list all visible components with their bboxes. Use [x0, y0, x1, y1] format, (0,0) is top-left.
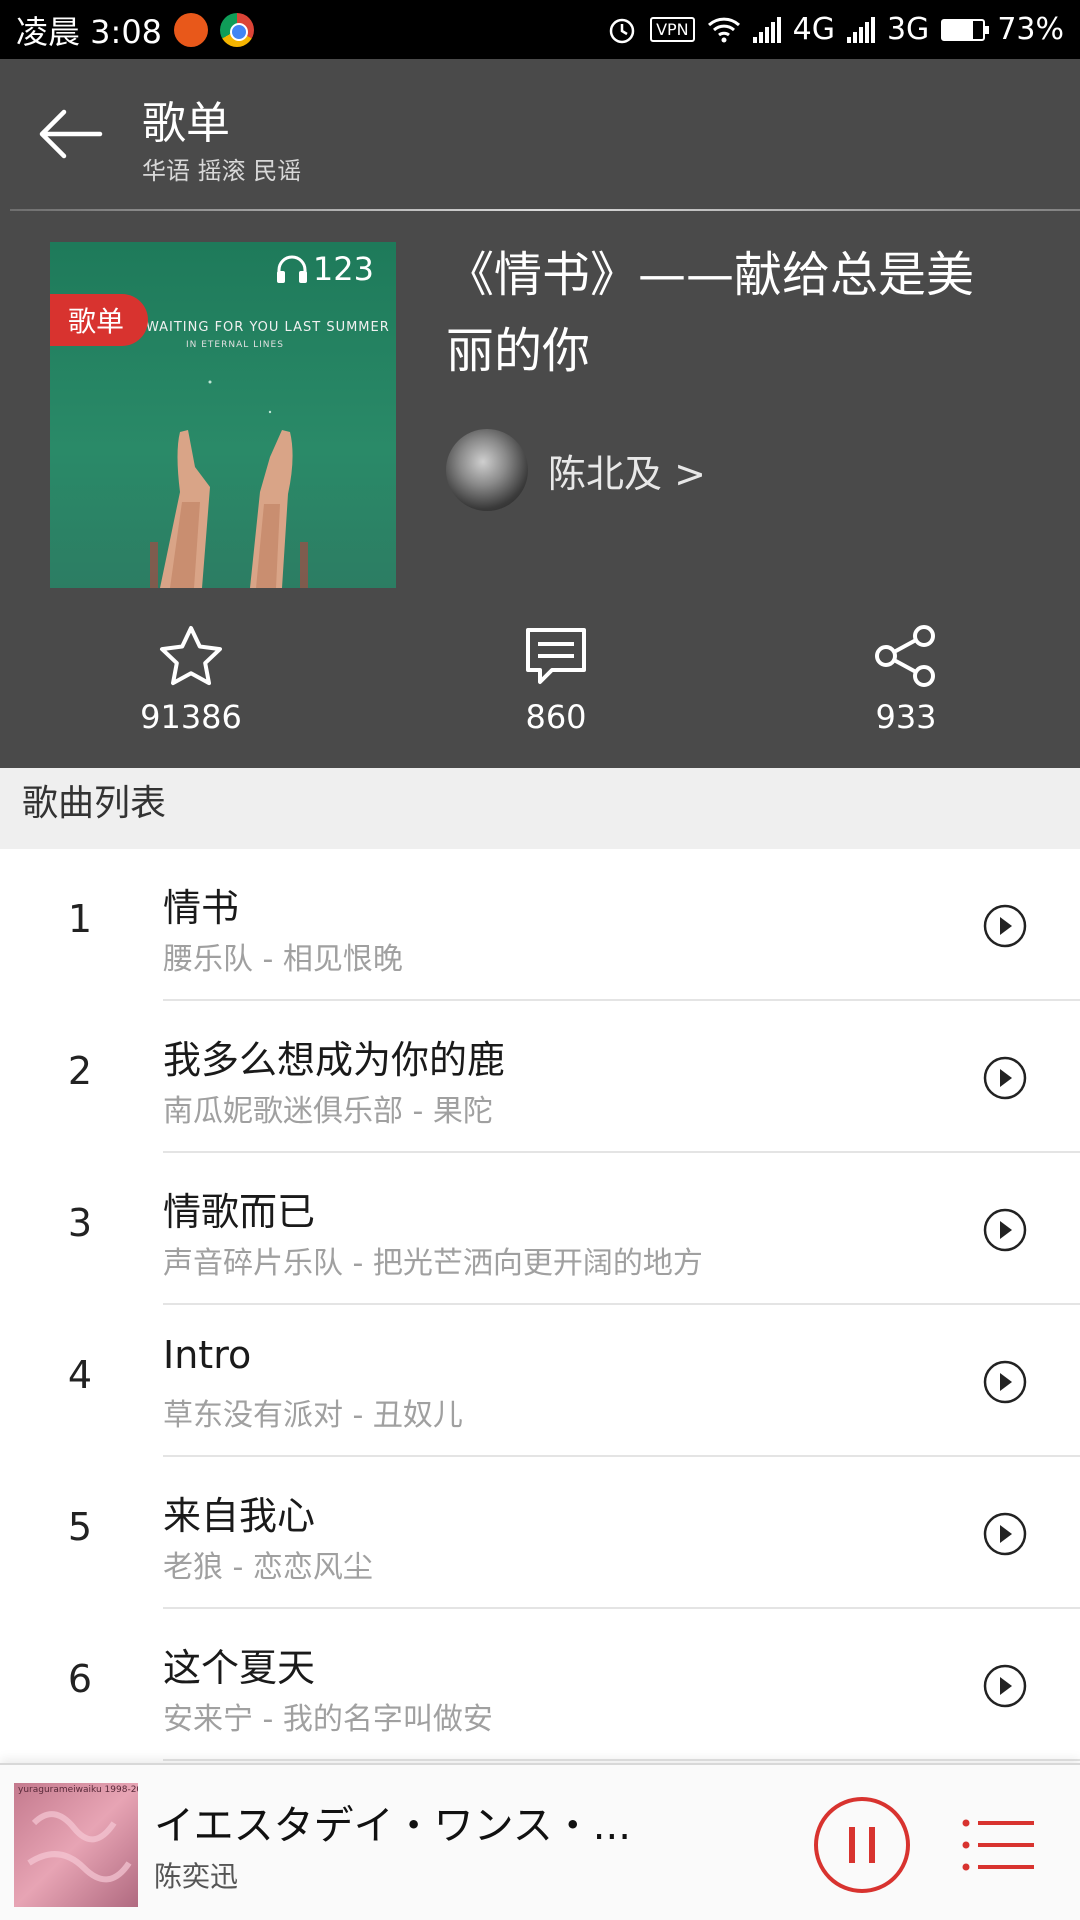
song-title: 我多么想成为你的鹿 — [163, 1038, 506, 1082]
cover-pattern — [27, 1811, 132, 1883]
song-title: 来自我心 — [163, 1494, 316, 1538]
comment-button[interactable]: 860 — [456, 624, 656, 736]
page-title: 歌单 — [142, 98, 230, 149]
creator-avatar[interactable] — [446, 429, 528, 511]
play-circle-icon — [983, 1664, 1027, 1708]
cover-badge: 歌单 — [50, 294, 149, 346]
song-row[interactable]: 6 这个夏天安来宁 - 我的名字叫做安 — [0, 1609, 1080, 1761]
song-row[interactable]: 2 我多么想成为你的鹿南瓜妮歌迷俱乐部 - 果陀 — [0, 1001, 1080, 1153]
app-notification-icon — [174, 12, 209, 47]
song-artist-album: 南瓜妮歌迷俱乐部 - 果陀 — [163, 1094, 493, 1129]
playlist-tags[interactable]: 华语 摇滚 民谣 — [142, 151, 301, 186]
top-app-bar: 歌单 华语 摇滚 民谣 — [0, 59, 1080, 209]
song-list: 1 情书腰乐队 - 相见恨晚 2 我多么想成为你的鹿南瓜妮歌迷俱乐部 - 果陀 3 情歌而… — [0, 849, 1080, 1761]
song-number: 5 — [67, 1505, 93, 1549]
comment-icon — [526, 628, 586, 684]
song-row[interactable]: 1 情书腰乐队 - 相见恨晚 — [0, 849, 1080, 1001]
playlist-header-panel: 歌单 华语 摇滚 民谣 WAITING FOR YOU LAST SUMMER … — [0, 59, 1080, 768]
back-arrow-icon — [39, 109, 103, 159]
song-artist-album: 声音碎片乐队 - 把光芒洒向更开阔的地方 — [163, 1246, 703, 1281]
favorite-button[interactable]: 91386 — [91, 624, 291, 736]
playlist-title: 《情书》——献给总是美丽的你 — [446, 247, 975, 379]
share-button[interactable]: 933 — [806, 624, 1006, 736]
play-song-button[interactable] — [982, 1055, 1028, 1101]
status-time: 凌晨 3:08 — [16, 12, 163, 51]
alarm-icon — [609, 18, 635, 43]
network-3g: 3G — [886, 12, 930, 47]
song-artist-album: 腰乐队 - 相见恨晚 — [163, 942, 403, 977]
song-number: 1 — [67, 897, 93, 941]
share-icon — [875, 625, 935, 687]
playlist-cover[interactable]: WAITING FOR YOU LAST SUMMER IN ETERNAL L… — [50, 242, 396, 588]
play-circle-icon — [983, 1360, 1027, 1404]
cover-text-line2: IN ETERNAL LINES — [186, 340, 284, 350]
network-4g: 4G — [792, 12, 835, 47]
play-circle-icon — [983, 1056, 1027, 1100]
battery-percent: 73% — [997, 12, 1064, 47]
song-title: 这个夏天 — [163, 1646, 316, 1690]
share-count: 933 — [875, 698, 937, 736]
wifi-icon — [707, 17, 740, 42]
pause-icon — [814, 1797, 910, 1893]
playlist-actions: 91386 860 933 — [0, 624, 1080, 768]
song-number: 6 — [67, 1657, 93, 1701]
song-title: 情歌而已 — [163, 1190, 316, 1234]
battery-icon — [941, 18, 990, 41]
play-count-value: 123 — [312, 250, 374, 288]
row-divider — [163, 1759, 1080, 1761]
pause-button[interactable] — [812, 1795, 912, 1895]
song-title: Intro — [163, 1333, 252, 1377]
play-circle-icon — [983, 904, 1027, 948]
song-number: 2 — [67, 1049, 93, 1093]
headphones-icon — [276, 255, 307, 283]
signal-icon-2 — [846, 16, 875, 43]
play-circle-icon — [983, 1512, 1027, 1556]
song-row[interactable]: 4 Intro 草东没有派对 - 丑奴儿 — [0, 1305, 1080, 1457]
song-artist-album: 草东没有派对 - 丑奴儿 — [163, 1398, 463, 1433]
play-song-button[interactable] — [982, 1207, 1028, 1253]
back-button[interactable] — [30, 99, 110, 169]
star-icon — [160, 626, 222, 686]
cover-text-line1: WAITING FOR YOU LAST SUMMER — [146, 320, 390, 335]
comment-count: 860 — [525, 698, 587, 736]
status-bar: 凌晨 3:08 VPN 4G 3G 73% — [0, 0, 1080, 59]
queue-list-icon — [962, 1819, 1034, 1871]
song-list-header: 歌曲列表 — [0, 768, 1080, 849]
song-number: 4 — [67, 1353, 93, 1397]
signal-icon-1 — [752, 16, 781, 43]
song-number: 3 — [67, 1201, 93, 1245]
creator-name[interactable]: 陈北及 > — [548, 443, 706, 498]
play-song-button[interactable] — [982, 1359, 1028, 1405]
play-count: 123 — [275, 250, 374, 288]
chrome-icon — [220, 12, 255, 47]
song-row[interactable]: 5 来自我心老狼 - 恋恋风尘 — [0, 1457, 1080, 1609]
playlist-queue-button[interactable] — [960, 1815, 1036, 1875]
vpn-icon: VPN — [650, 17, 695, 42]
play-song-button[interactable] — [982, 1663, 1028, 1709]
favorite-count: 91386 — [140, 698, 242, 736]
now-playing-artist: 陈奕迅 — [154, 1860, 239, 1893]
play-song-button[interactable] — [982, 903, 1028, 949]
song-artist-album: 安来宁 - 我的名字叫做安 — [163, 1702, 493, 1737]
now-playing-cover[interactable]: yuragurameiwaiku 1998-2004 — [14, 1783, 138, 1907]
mini-player[interactable]: yuragurameiwaiku 1998-2004 イエスタデイ・ワンス・..… — [0, 1763, 1080, 1920]
creator-link[interactable]: 陈北及 > — [446, 429, 706, 511]
song-artist-album: 老狼 - 恋恋风尘 — [163, 1550, 373, 1585]
play-circle-icon — [983, 1208, 1027, 1252]
header-divider — [10, 209, 1080, 211]
song-title: 情书 — [163, 886, 240, 930]
song-row[interactable]: 3 情歌而已声音碎片乐队 - 把光芒洒向更开阔的地方 — [0, 1153, 1080, 1305]
now-playing-title: イエスタデイ・ワンス・... — [154, 1803, 631, 1849]
play-song-button[interactable] — [982, 1511, 1028, 1557]
